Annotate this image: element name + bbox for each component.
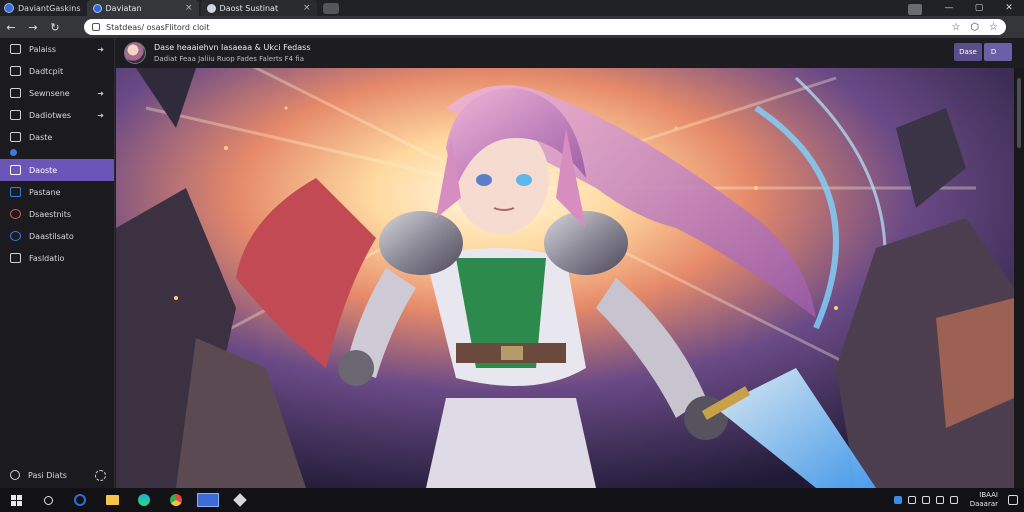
scrollbar-thumb[interactable]: [1017, 78, 1021, 148]
taskbar-cortana-icon[interactable]: [68, 488, 92, 512]
sidebar-item-4[interactable]: Daste: [0, 126, 114, 148]
sidebar-item-label: Sewnsene: [29, 88, 70, 98]
sidebar-globe-icon: [10, 231, 21, 241]
tray-battery-icon[interactable]: [921, 496, 930, 504]
browser-tabbar: DaviantGaskins Daviatan × Daost Sustinat…: [0, 0, 1024, 16]
sidebar-edge-icon: [10, 187, 21, 197]
tab-active[interactable]: Daviatan ×: [86, 0, 199, 16]
tab-favicon-icon: [206, 3, 216, 13]
start-button[interactable]: [4, 488, 28, 512]
sidebar-item-5-active[interactable]: Daoste: [0, 159, 114, 181]
address-bar-url[interactable]: Statdeas/ osasFlitord cloit: [106, 23, 941, 32]
notification-icon[interactable]: [1008, 495, 1018, 505]
taskbar-edge-icon[interactable]: [132, 488, 156, 512]
tray-date: Daaarar: [969, 500, 998, 508]
sidebar-folder-icon: [10, 110, 21, 120]
sidebar-item-label: Dadiotwes: [29, 110, 72, 120]
sidebar-tile-icon: [10, 132, 21, 142]
favorites-icon[interactable]: ☆: [989, 22, 998, 33]
taskbar-search-icon[interactable]: [36, 488, 60, 512]
tray-network-icon[interactable]: [893, 496, 902, 504]
knight-heroine-artwork: [116, 68, 1014, 488]
tab-close-icon[interactable]: ×: [185, 3, 193, 13]
tab-close-icon[interactable]: ×: [303, 3, 311, 13]
chevron-right-icon: ➜: [97, 110, 104, 120]
sidebar-doc-icon: [10, 253, 21, 263]
header-button-primary[interactable]: Dase: [954, 43, 982, 61]
extensions-icon[interactable]: ⬡: [970, 22, 979, 33]
sidebar-item-label: Dadtcpit: [29, 66, 64, 76]
sidebar-record-icon: [10, 209, 21, 219]
content-title: Dase heaaiehvn Iasaeaa & Ukci Fedass: [154, 43, 311, 52]
reload-icon[interactable]: ↻: [44, 16, 66, 38]
new-tab-button[interactable]: [322, 2, 339, 14]
sidebar-item-0[interactable]: Palaiss ➜: [0, 38, 114, 60]
sidebar-item-7[interactable]: Dsaestnits: [0, 203, 114, 225]
settings-gear-icon[interactable]: [95, 469, 106, 481]
taskbar-file-explorer-icon[interactable]: [100, 488, 124, 512]
bookmark-star-icon[interactable]: ☆: [951, 22, 960, 33]
chevron-right-icon: ➜: [97, 88, 104, 98]
content-scrollbar[interactable]: [1014, 68, 1024, 488]
tray-clock[interactable]: IBAAI Daaarar: [970, 491, 998, 509]
maximize-button[interactable]: ▢: [964, 0, 994, 16]
close-window-button[interactable]: ✕: [994, 0, 1024, 16]
tab-title: Daost Sustinat: [219, 3, 279, 13]
sidebar-item-2[interactable]: Sewnsene ➜: [0, 82, 114, 104]
minimize-button[interactable]: —: [934, 0, 964, 16]
tray-time: IBAAI: [979, 491, 998, 499]
sidebar-page-icon: [10, 165, 21, 175]
sidebar-item-9[interactable]: Fasldatio: [0, 247, 114, 269]
sidebar-item-1[interactable]: Dadtcpit: [0, 60, 114, 82]
sidebar-window-icon: [10, 88, 21, 98]
lock-icon: [92, 23, 100, 31]
sidebar-item-label: Daoste: [29, 165, 58, 175]
app-logo-icon: [4, 3, 14, 13]
content-subtitle: Dadiat Feaa Jaliiu Ruop Fades Falerts F4…: [154, 55, 304, 63]
back-arrow-icon[interactable]: ←: [0, 16, 22, 38]
sidebar-item-label: Palaiss: [29, 44, 57, 54]
os-taskbar: IBAAI Daaarar: [0, 488, 1024, 512]
tray-volume-icon[interactable]: [907, 496, 916, 504]
taskbar-chrome-icon[interactable]: [164, 488, 188, 512]
sidebar-grid-icon: [10, 44, 21, 54]
sidebar-item-3[interactable]: Dadiotwes ➜: [0, 104, 114, 126]
window-controls: — ▢ ✕: [904, 0, 1024, 16]
tab-title: Daviatan: [105, 3, 142, 13]
sidebar-item-6[interactable]: Pastane: [0, 181, 114, 203]
clock-icon: [10, 470, 20, 480]
extension-icon[interactable]: [904, 0, 934, 16]
sidebar-item-8[interactable]: Daastilsato: [0, 225, 114, 247]
content-header: Dase heaaiehvn Iasaeaa & Ukci Fedass Dad…: [116, 38, 1024, 68]
taskbar-app-icon[interactable]: [228, 488, 252, 512]
artwork-canvas: [116, 68, 1014, 488]
tab-favicon-icon: [92, 3, 102, 13]
app-identity: DaviantGaskins: [0, 0, 87, 16]
sidebar-item-label: Fasldatio: [29, 253, 65, 263]
tab-inactive[interactable]: Daost Sustinat ×: [200, 0, 317, 16]
tray-wifi-icon[interactable]: [949, 496, 958, 504]
header-button-dropdown[interactable]: D: [984, 43, 1012, 61]
sidebar-group-dot-icon: [10, 149, 17, 156]
windows-logo-icon: [10, 494, 22, 506]
forward-arrow-icon[interactable]: →: [22, 16, 44, 38]
sidebar-item-label: Pastane: [29, 187, 61, 197]
avatar[interactable]: [124, 42, 146, 64]
left-sidebar: Palaiss ➜ Dadtcpit Sewnsene ➜ Dadiotwes …: [0, 38, 115, 488]
app-label: DaviantGaskins: [18, 3, 81, 13]
sidebar-footer-label: Pasi Diats: [28, 470, 67, 480]
chevron-right-icon: ➜: [97, 44, 104, 54]
address-bar[interactable]: Statdeas/ osasFlitord cloit ☆ ⬡ ☆: [84, 19, 1006, 35]
tray-settings-icon[interactable]: [935, 496, 944, 504]
sidebar-item-label: Daste: [29, 132, 53, 142]
sidebar-item-label: Dsaestnits: [29, 209, 72, 219]
system-tray: IBAAI Daaarar: [893, 488, 1018, 512]
browser-toolbar: ← → ↻ Statdeas/ osasFlitord cloit ☆ ⬡ ☆: [0, 16, 1024, 38]
taskbar-active-app-icon[interactable]: [196, 488, 220, 512]
sidebar-item-label: Daastilsato: [29, 231, 74, 241]
sidebar-footer[interactable]: Pasi Diats: [0, 464, 115, 486]
sidebar-separator: [0, 149, 114, 159]
sidebar-list-icon: [10, 66, 21, 76]
